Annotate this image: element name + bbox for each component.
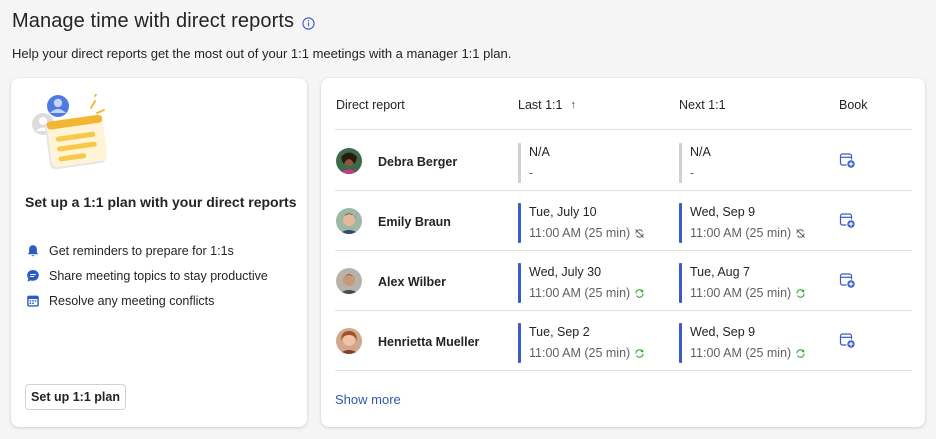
recurring-icon [635,288,644,298]
book-meeting-icon[interactable] [839,152,856,169]
slot-time-text: 11:00 AM (25 min) [690,346,792,360]
slot-time: - [529,166,533,180]
avatar [336,328,362,354]
info-icon[interactable] [302,16,315,30]
direct-report-name[interactable]: Henrietta Mueller [378,335,479,349]
slot-time: 11:00 AM (25 min) [529,346,645,360]
slot-indicator [679,143,682,183]
recurring-icon [796,348,805,358]
slot-time-text: 11:00 AM (25 min) [529,226,631,240]
table-header: Direct report Last 1:1 ↑ Next 1:1 Book [335,78,912,130]
slot-date: Wed, Sep 9 [690,325,756,339]
plan-card: Set up a 1:1 plan with your direct repor… [11,78,307,427]
slot-date: N/A [690,145,711,159]
slot-indicator [518,203,521,243]
table-row[interactable]: Henrietta Mueller Tue, Sep 2 11:00 AM (2… [335,311,912,371]
direct-reports-table: Direct report Last 1:1 ↑ Next 1:1 Book D… [321,78,925,427]
slot-indicator [518,263,521,303]
plan-card-title: Set up a 1:1 plan with your direct repor… [25,194,297,210]
feature-list: Get reminders to prepare for 1:1s Share … [25,238,268,313]
recurrence-off-icon [796,228,806,238]
slot-time-text: - [529,166,534,180]
sort-ascending-icon: ↑ [570,99,576,111]
table-row[interactable]: Alex Wilber Wed, July 30 11:00 AM (25 mi… [335,251,912,311]
slot-indicator [518,323,521,363]
table-row[interactable]: Debra Berger N/A - N/A - [335,131,912,191]
direct-report-name[interactable]: Debra Berger [378,155,457,169]
slot-time-text: - [690,166,695,180]
feature-label: Resolve any meeting conflicts [49,293,215,308]
plan-illustration [25,92,121,176]
slot-time-text: 11:00 AM (25 min) [690,286,792,300]
feature-item: Resolve any meeting conflicts [25,288,268,313]
avatar [336,268,362,294]
slot-time-text: 11:00 AM (25 min) [529,346,631,360]
slot-time: 11:00 AM (25 min) [529,286,645,300]
direct-report-name[interactable]: Alex Wilber [378,275,446,289]
slot-indicator [679,203,682,243]
slot-time: 11:00 AM (25 min) [529,226,645,240]
slot-indicator [518,143,521,183]
slot-indicator [679,263,682,303]
avatar [336,208,362,234]
table-row[interactable]: Emily Braun Tue, July 10 11:00 AM (25 mi… [335,191,912,251]
slot-date: N/A [529,145,550,159]
page-header: Manage time with direct reports Help you… [12,10,924,61]
book-meeting-icon[interactable] [839,212,856,229]
slot-indicator [679,323,682,363]
direct-report-name[interactable]: Emily Braun [378,215,451,229]
book-meeting-icon[interactable] [839,332,856,349]
recurring-icon [796,288,805,298]
feature-item: Share meeting topics to stay productive [25,263,268,288]
column-header-book: Book [839,98,868,112]
recurrence-off-icon [635,228,645,238]
feature-item: Get reminders to prepare for 1:1s [25,238,268,263]
slot-date: Wed, Sep 9 [690,205,756,219]
feature-label: Get reminders to prepare for 1:1s [49,243,234,258]
column-header-next-one-on-one[interactable]: Next 1:1 [679,98,726,112]
column-header-direct-report[interactable]: Direct report [336,98,405,112]
slot-time: 11:00 AM (25 min) [690,226,806,240]
slot-date: Tue, July 10 [529,205,597,219]
book-meeting-icon[interactable] [839,272,856,289]
slot-time: - [690,166,694,180]
slot-time-text: 11:00 AM (25 min) [529,286,631,300]
slot-time: 11:00 AM (25 min) [690,286,806,300]
slot-date: Wed, July 30 [529,265,602,279]
column-label: Last 1:1 [518,98,563,112]
avatar [336,148,362,174]
chat-icon [25,268,40,283]
page-title: Manage time with direct reports [12,10,295,32]
recurring-icon [635,348,644,358]
column-header-last-one-on-one[interactable]: Last 1:1 ↑ [518,98,576,112]
setup-plan-button[interactable]: Set up 1:1 plan [25,384,126,410]
calendar-icon [25,293,40,308]
slot-time: 11:00 AM (25 min) [690,346,806,360]
slot-date: Tue, Aug 7 [690,265,750,279]
slot-date: Tue, Sep 2 [529,325,590,339]
show-more-link[interactable]: Show more [335,392,401,407]
feature-label: Share meeting topics to stay productive [49,268,268,283]
page-subtitle: Help your direct reports get the most ou… [12,46,512,61]
bell-icon [25,243,40,258]
slot-time-text: 11:00 AM (25 min) [690,226,792,240]
